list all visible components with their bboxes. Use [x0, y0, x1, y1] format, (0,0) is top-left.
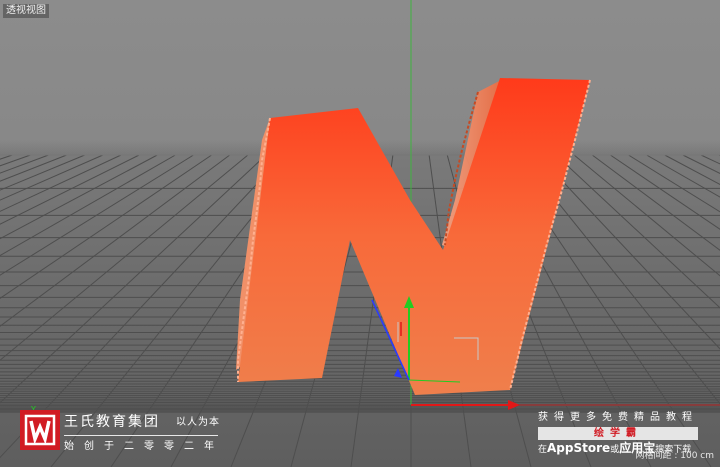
brand-divider	[64, 435, 218, 436]
promo-app-name: 绘学霸	[538, 427, 698, 440]
brand-logo-mark	[24, 414, 56, 446]
3d-scene[interactable]: Y	[0, 0, 720, 467]
brand-name: 王氏教育集团	[64, 414, 160, 430]
promo-title: 获得更多免费精品教程	[538, 412, 698, 423]
grid-spacing-readout: 网格间距 : 100 cm	[635, 451, 714, 461]
promo-prefix: 在	[538, 445, 548, 455]
gizmo-blue-arrow[interactable]	[394, 368, 402, 378]
viewport-label[interactable]: 透视视图	[3, 4, 49, 18]
brand-logo	[20, 410, 60, 450]
letter-n-front-face	[238, 78, 590, 395]
letter-n-object[interactable]	[236, 78, 591, 395]
brand-since: 始创于二零零二年	[64, 441, 224, 452]
perspective-viewport[interactable]: Y 透视视图 王氏教育集团 以人为本 始创于二零零二年 获得更多免费精品教程 绘…	[0, 0, 720, 467]
promo-or: 或	[610, 445, 620, 455]
promo-store-1: AppStore	[547, 441, 611, 455]
brand-slogan: 以人为本	[176, 417, 220, 428]
